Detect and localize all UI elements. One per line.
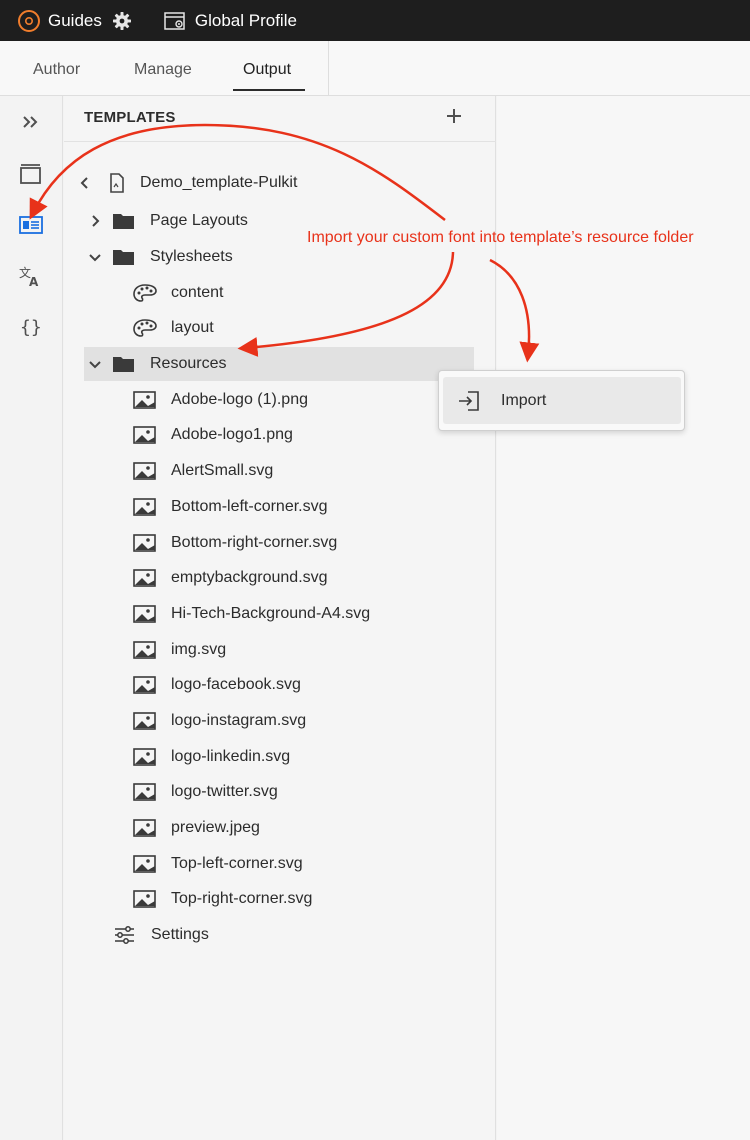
tree-item-label: content xyxy=(171,284,224,301)
resource-item-label: logo-instagram.svg xyxy=(171,712,307,729)
expand-panel-icon[interactable] xyxy=(19,110,43,134)
resource-item[interactable]: Adobe-logo1.png xyxy=(133,418,293,452)
import-icon xyxy=(459,390,479,411)
resource-item-label: Hi-Tech-Background-A4.svg xyxy=(171,605,371,622)
tab-manage[interactable]: Manage xyxy=(134,61,192,79)
image-file-icon xyxy=(133,819,156,837)
resource-item-label: Top-left-corner.svg xyxy=(171,855,303,872)
tree-item-stylesheet[interactable]: content xyxy=(133,276,223,310)
tree-item-settings[interactable]: Settings xyxy=(113,918,209,952)
mode-tabs: Author Manage Output xyxy=(0,41,750,96)
tab-author[interactable]: Author xyxy=(33,61,80,79)
image-file-icon xyxy=(133,748,156,766)
resource-item[interactable]: img.svg xyxy=(133,633,226,667)
folder-icon xyxy=(113,214,134,229)
image-file-icon xyxy=(133,783,156,801)
resource-item-label: Bottom-right-corner.svg xyxy=(171,534,338,551)
resource-item-label: logo-linkedin.svg xyxy=(171,748,291,765)
resource-item-label: preview.jpeg xyxy=(171,819,260,836)
image-file-icon xyxy=(133,462,156,480)
svg-text:{}: {} xyxy=(20,317,42,338)
chevron-down-icon[interactable] xyxy=(88,250,102,264)
json-braces-icon[interactable]: {} xyxy=(19,315,43,339)
tabs-divider xyxy=(328,41,329,95)
resource-item-label: emptybackground.svg xyxy=(171,569,328,586)
tree-item-label: Settings xyxy=(151,926,209,943)
annotation-text: Import your custom font into template’s … xyxy=(307,229,694,246)
app-logo-icon[interactable] xyxy=(18,9,40,32)
folder-icon xyxy=(113,357,134,372)
chevron-right-icon[interactable] xyxy=(88,214,102,228)
image-file-icon xyxy=(133,605,156,623)
resource-item-label: Bottom-left-corner.svg xyxy=(171,498,328,515)
tree-root[interactable]: Demo_template-Pulkit xyxy=(78,166,297,200)
import-label: Import xyxy=(501,391,547,409)
image-file-icon xyxy=(133,426,156,444)
chevron-down-icon[interactable] xyxy=(88,357,102,371)
context-menu: Import xyxy=(438,370,685,431)
image-file-icon xyxy=(133,641,156,659)
resource-item[interactable]: logo-linkedin.svg xyxy=(133,740,290,774)
global-profile-label[interactable]: Global Profile xyxy=(195,11,297,31)
folder-icon xyxy=(113,250,134,265)
tree-item-label: Stylesheets xyxy=(150,248,233,265)
translation-icon[interactable]: 文A xyxy=(19,264,43,288)
gear-icon[interactable] xyxy=(112,11,132,31)
resource-item[interactable]: Hi-Tech-Background-A4.svg xyxy=(133,597,370,631)
image-file-icon xyxy=(133,712,156,730)
active-tab-indicator xyxy=(233,89,305,91)
add-template-icon[interactable] xyxy=(444,106,464,126)
resource-item-label: Adobe-logo1.png xyxy=(171,426,293,443)
resource-item-label: AlertSmall.svg xyxy=(171,462,274,479)
resource-item[interactable]: Top-right-corner.svg xyxy=(133,882,312,916)
resource-item-label: img.svg xyxy=(171,641,227,658)
resource-item[interactable]: Adobe-logo (1).png xyxy=(133,383,308,417)
resource-item[interactable]: emptybackground.svg xyxy=(133,561,328,595)
templates-icon[interactable] xyxy=(19,213,43,237)
image-file-icon xyxy=(133,676,156,694)
resource-item[interactable]: logo-instagram.svg xyxy=(133,704,306,738)
svg-text:A: A xyxy=(29,275,39,287)
image-file-icon xyxy=(133,890,156,908)
image-file-icon xyxy=(133,569,156,587)
resource-item[interactable]: preview.jpeg xyxy=(133,811,260,845)
tree-item-stylesheet[interactable]: layout xyxy=(133,311,214,345)
resource-item[interactable]: AlertSmall.svg xyxy=(133,454,273,488)
presets-icon[interactable] xyxy=(19,162,43,186)
template-file-icon xyxy=(110,173,124,193)
palette-icon xyxy=(133,284,157,302)
panel-title: TEMPLATES xyxy=(84,109,176,126)
top-bar: Guides Global Profile xyxy=(0,0,750,41)
resource-item[interactable]: Bottom-left-corner.svg xyxy=(133,490,328,524)
image-file-icon xyxy=(133,855,156,873)
tab-output[interactable]: Output xyxy=(243,61,291,79)
palette-icon xyxy=(133,319,157,337)
import-menu-item[interactable]: Import xyxy=(443,377,681,424)
image-file-icon xyxy=(133,391,156,409)
global-profile-icon[interactable] xyxy=(164,11,186,31)
editor-area xyxy=(497,96,750,1140)
tree-item-label: Resources xyxy=(150,355,227,372)
panel-header-divider xyxy=(64,141,496,142)
tree-item-label: Page Layouts xyxy=(150,212,248,229)
left-rail: 文A {} xyxy=(0,96,63,1140)
resource-item[interactable]: Top-left-corner.svg xyxy=(133,847,303,881)
chevron-left-icon[interactable] xyxy=(78,176,92,190)
image-file-icon xyxy=(133,498,156,516)
tree-item-page-layouts[interactable]: Page Layouts xyxy=(88,204,248,238)
tree-item-stylesheets[interactable]: Stylesheets xyxy=(88,240,233,274)
tree-root-label: Demo_template-Pulkit xyxy=(140,174,298,191)
app-name[interactable]: Guides xyxy=(48,11,102,31)
image-file-icon xyxy=(133,534,156,552)
sliders-icon xyxy=(115,926,134,944)
resource-item-label: logo-facebook.svg xyxy=(171,676,301,693)
resource-item-label: Top-right-corner.svg xyxy=(171,890,313,907)
resource-item[interactable]: logo-twitter.svg xyxy=(133,775,278,809)
tree-item-resources[interactable]: Resources xyxy=(84,347,474,381)
resource-item[interactable]: Bottom-right-corner.svg xyxy=(133,526,337,560)
resource-item-label: logo-twitter.svg xyxy=(171,783,278,800)
resource-item-label: Adobe-logo (1).png xyxy=(171,391,308,408)
tree-item-label: layout xyxy=(171,319,214,336)
resource-item[interactable]: logo-facebook.svg xyxy=(133,668,301,702)
